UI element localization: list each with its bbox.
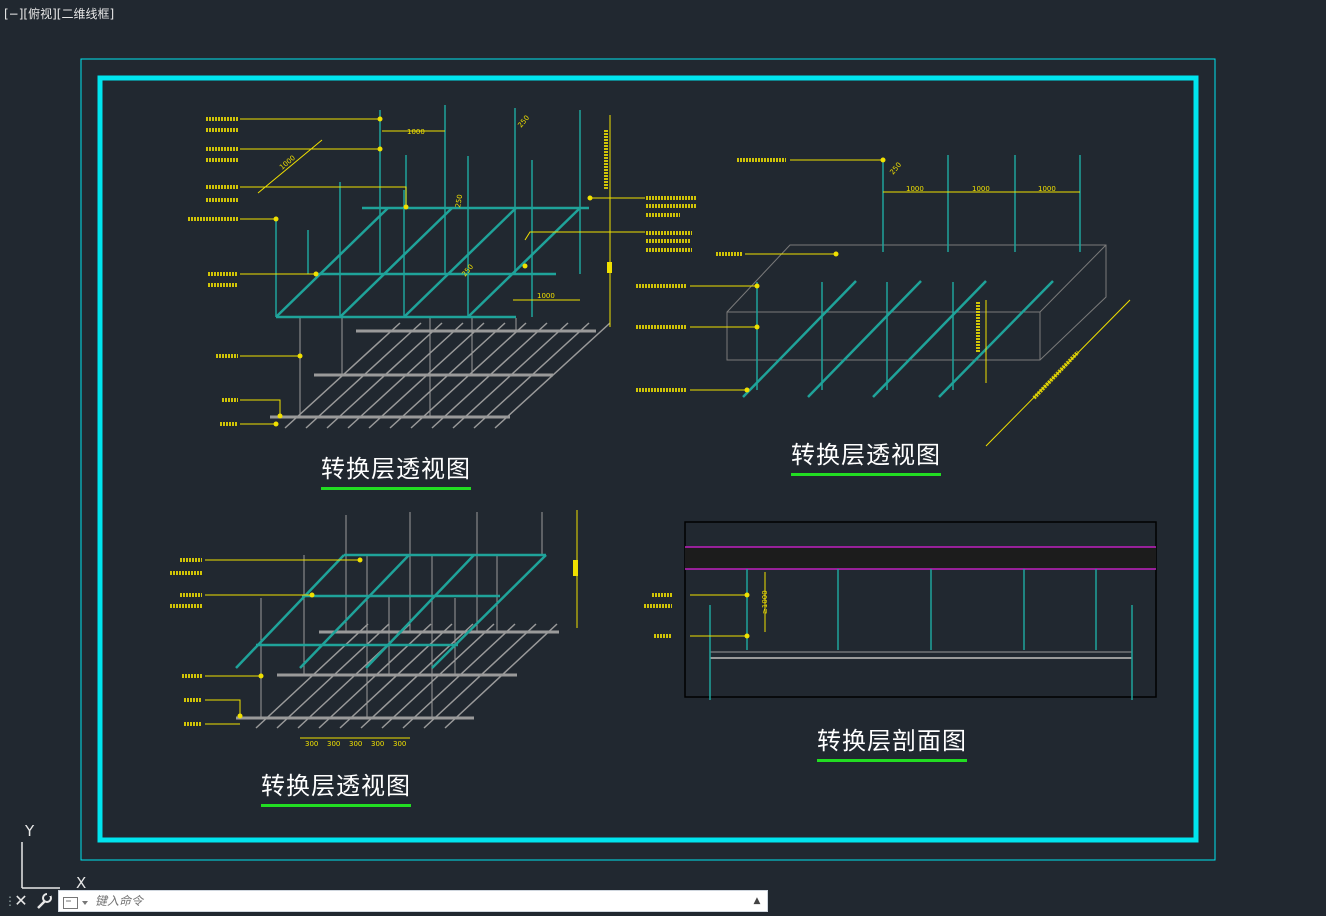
dim-tl-250-a: 250 bbox=[516, 114, 531, 129]
title-bottom-right: 转换层剖面图 bbox=[817, 721, 967, 762]
title-top-left: 转换层透视图 bbox=[321, 449, 471, 490]
dim-bl-300-4: 300 bbox=[371, 740, 384, 748]
drawing-canvas: 1000 1000 1000 250 250 250 250 1000 1000… bbox=[21, 58, 1216, 889]
view-bottom-right bbox=[644, 521, 1157, 700]
view-top-left bbox=[188, 105, 696, 429]
view-top-right bbox=[636, 155, 1131, 447]
customize-wrench-icon[interactable] bbox=[34, 890, 54, 912]
dim-bl-300-2: 300 bbox=[327, 740, 340, 748]
command-prompt-icon[interactable] bbox=[63, 895, 91, 909]
dim-br-ge1000: ≥1000 bbox=[761, 590, 769, 614]
dim-tr-1000-c: 1000 bbox=[1038, 185, 1056, 193]
dim-tl-1000-bottom: 1000 bbox=[537, 292, 555, 300]
close-command-line-button[interactable]: ✕ bbox=[12, 890, 30, 912]
tr-dimension-texts: 250 1000 1000 1000 bbox=[888, 161, 1055, 193]
title-top-right: 转换层透视图 bbox=[791, 435, 941, 476]
command-input-box: ▲ bbox=[58, 890, 768, 912]
ucs-y-label: Y bbox=[25, 822, 35, 840]
dim-bl-300-3: 300 bbox=[349, 740, 362, 748]
dim-bl-300-1: 300 bbox=[305, 740, 318, 748]
command-line-bar: ⋮ ✕ ▲ bbox=[0, 888, 770, 914]
dim-bl-300-5: 300 bbox=[393, 740, 406, 748]
ucs-icon bbox=[21, 842, 60, 889]
dim-tl-1000-top: 1000 bbox=[407, 128, 425, 136]
dim-tr-1000-b: 1000 bbox=[972, 185, 990, 193]
title-bottom-left: 转换层透视图 bbox=[261, 766, 411, 807]
dim-tr-1000-a: 1000 bbox=[906, 185, 924, 193]
dim-tl-250-b: 250 bbox=[454, 194, 464, 209]
outer-border bbox=[80, 58, 1216, 861]
grip-handle-icon[interactable]: ⋮ bbox=[4, 892, 16, 910]
dim-tr-250: 250 bbox=[888, 161, 903, 176]
view-bottom-left bbox=[170, 510, 578, 739]
dim-tl-250-c: 250 bbox=[460, 263, 475, 278]
command-input[interactable] bbox=[95, 891, 745, 911]
command-history-up-icon[interactable]: ▲ bbox=[751, 894, 763, 908]
bl-dimension-texts: 300 300 300 300 300 bbox=[305, 740, 406, 748]
